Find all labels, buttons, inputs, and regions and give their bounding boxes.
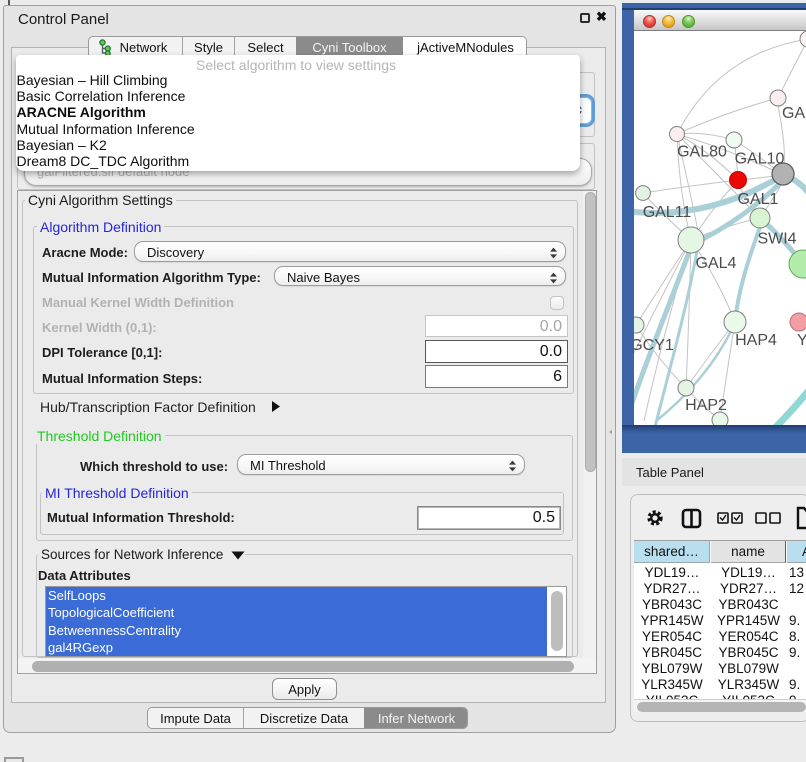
svg-text:YM: YM [797,332,806,349]
svg-text:SWI4: SWI4 [757,231,796,248]
svg-text:GAL80: GAL80 [677,144,727,161]
svg-text:GAL11: GAL11 [643,204,692,221]
svg-text:GAL2: GAL2 [782,105,806,122]
svg-text:GAL10: GAL10 [735,151,785,168]
svg-text:GCY1: GCY1 [634,337,674,354]
svg-text:GAL4: GAL4 [696,255,737,272]
svg-text:GAL1: GAL1 [738,191,779,208]
svg-text:HAP2: HAP2 [685,397,727,414]
svg-text:HAP4: HAP4 [735,332,777,349]
